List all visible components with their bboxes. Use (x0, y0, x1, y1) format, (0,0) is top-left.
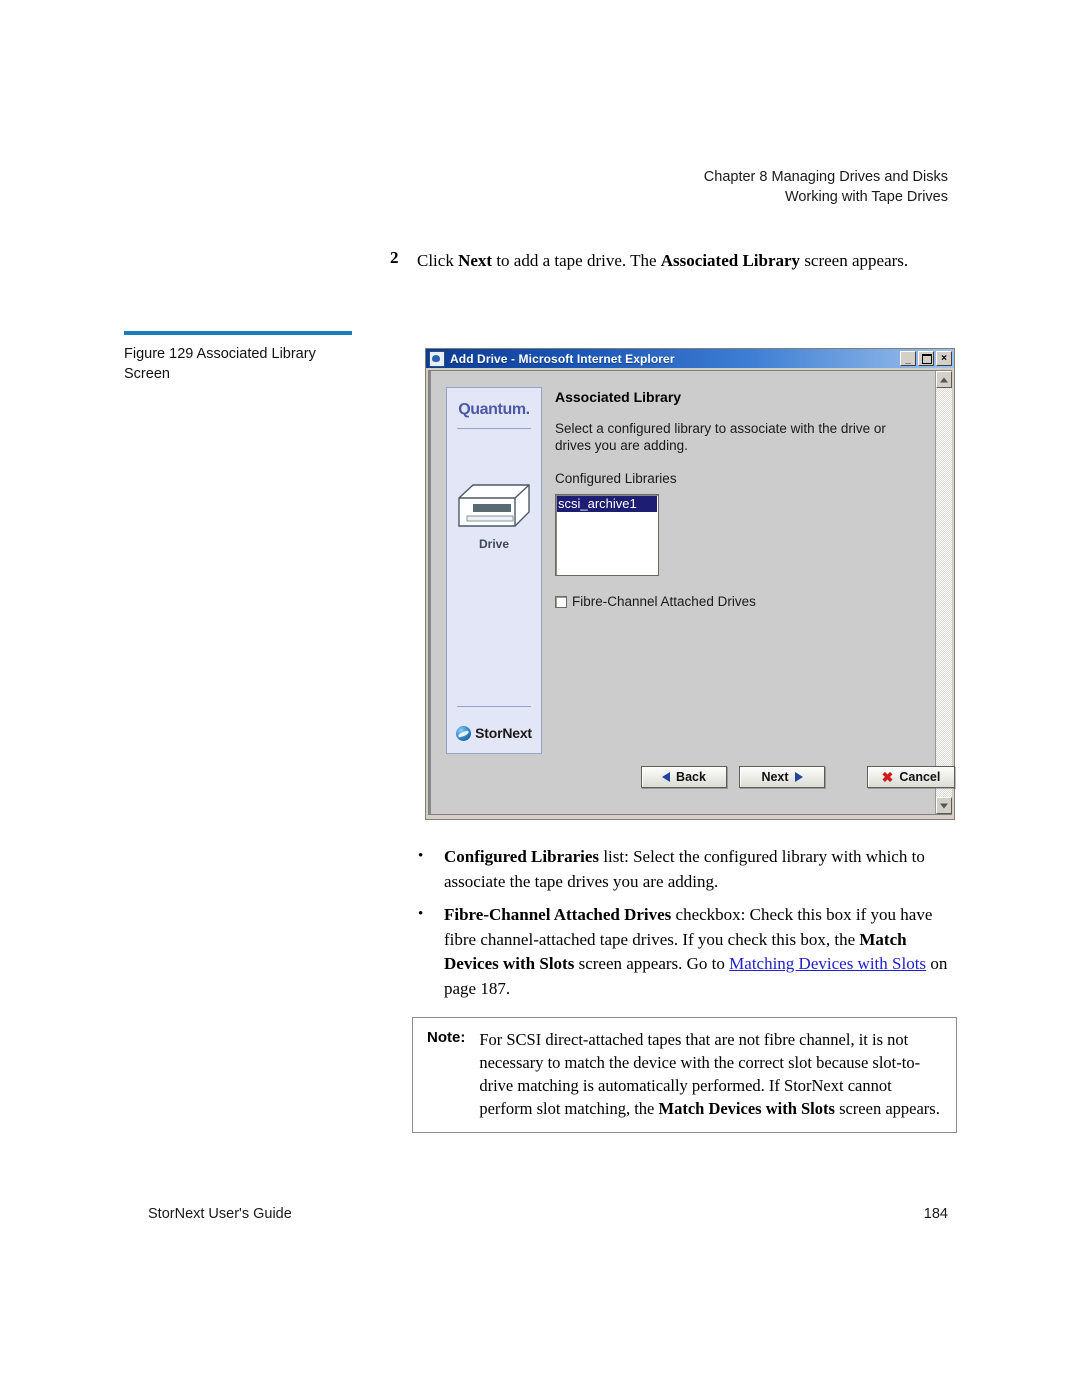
internet-explorer-icon (429, 350, 445, 367)
tape-drive-icon (457, 482, 531, 530)
scroll-down-icon[interactable] (936, 797, 952, 814)
side-panel-divider-top (457, 428, 531, 429)
list-item[interactable]: scsi_archive1 (557, 496, 657, 512)
fibre-channel-checkbox[interactable] (555, 595, 567, 608)
dialog-heading: Associated Library (555, 389, 682, 405)
cancel-button-label: Cancel (899, 770, 941, 784)
dialog-title-bar: Add Drive - Microsoft Internet Explorer … (426, 349, 954, 368)
stornext-logo: StorNext (447, 725, 541, 741)
step-text-part1: Click (417, 251, 459, 270)
note-bold: Match Devices with Slots (658, 1099, 835, 1118)
list-item: Fibre-Channel Attached Drives checkbox: … (412, 902, 960, 1001)
figure-caption-block: Figure 129 Associated Library Screen (124, 331, 352, 384)
figure-rule (124, 331, 352, 335)
back-button[interactable]: Back (641, 766, 727, 788)
configured-libraries-label: Configured Libraries (555, 471, 677, 486)
cancel-button[interactable]: ✖ Cancel (867, 766, 955, 788)
step-number: 2 (390, 248, 399, 267)
next-button-label: Next (761, 770, 789, 784)
bullet-2-bold: Fibre-Channel Attached Drives (444, 905, 672, 924)
dialog-button-row: Back Next ✖ Cancel (641, 766, 955, 788)
dialog-body: Quantum. Drive StorNext Associated Libra… (428, 370, 955, 815)
bullet-1-bold: Configured Libraries (444, 847, 600, 866)
numbered-step: 2 Click Next to add a tape drive. The As… (390, 248, 950, 273)
dialog-description: Select a configured library to associate… (555, 421, 886, 453)
maximize-button[interactable] (918, 351, 934, 366)
close-x-icon: ✖ (881, 769, 894, 785)
note-box: Note: For SCSI direct-attached tapes tha… (412, 1017, 957, 1133)
fibre-channel-checkbox-label: Fibre-Channel Attached Drives (572, 594, 756, 609)
running-header: Chapter 8 Managing Drives and Disks Work… (704, 168, 948, 207)
step-text-part2: to add a tape drive. The (492, 251, 661, 270)
next-button[interactable]: Next (739, 766, 825, 788)
page-footer: StorNext User's Guide 184 (148, 1206, 948, 1222)
bullet-2-rest-b: screen appears. Go to (574, 954, 730, 973)
close-button[interactable]: × (936, 351, 952, 366)
window-controls: _ × (900, 351, 952, 366)
list-item: Configured Libraries list: Select the co… (412, 844, 960, 894)
header-chapter-line: Chapter 8 Managing Drives and Disks (703, 169, 948, 185)
fibre-channel-checkbox-row[interactable]: Fibre-Channel Attached Drives (555, 594, 923, 609)
dialog-title: Add Drive - Microsoft Internet Explorer (450, 351, 675, 366)
note-body: For SCSI direct-attached tapes that are … (479, 1028, 944, 1120)
note-label: Note: (427, 1029, 466, 1046)
back-button-label: Back (676, 770, 706, 784)
scroll-up-icon[interactable] (936, 371, 952, 388)
stornext-logo-text: StorNext (475, 725, 532, 741)
bullet-list: Configured Libraries list: Select the co… (412, 844, 960, 1010)
side-panel-divider-bottom (457, 706, 531, 707)
configured-libraries-listbox[interactable]: scsi_archive1 (555, 494, 659, 576)
add-drive-dialog-window: Add Drive - Microsoft Internet Explorer … (425, 348, 955, 820)
footer-page-number: 184 (923, 1206, 948, 1222)
minimize-button[interactable]: _ (900, 351, 916, 366)
header-section-line: Working with Tape Drives (784, 188, 948, 205)
step-bold-next: Next (458, 251, 493, 270)
figure-caption-text: Figure 129 Associated Library Screen (124, 346, 316, 382)
tape-drive-label: Drive (478, 537, 510, 551)
step-text: Click Next to add a tape drive. The Asso… (417, 248, 950, 273)
step-text-part3: screen appears. (800, 251, 909, 270)
globe-icon (456, 725, 472, 741)
dialog-side-panel: Quantum. Drive StorNext (446, 387, 542, 754)
dialog-content: Associated Library Select a configured l… (555, 389, 923, 609)
note-text-b: screen appears. (834, 1099, 940, 1118)
dialog-client-area: Quantum. Drive StorNext Associated Libra… (429, 371, 955, 814)
arrow-right-icon (794, 772, 803, 782)
footer-guide-title: StorNext User's Guide (148, 1206, 292, 1222)
arrow-left-icon (662, 772, 671, 782)
vertical-scrollbar[interactable] (935, 371, 952, 814)
matching-devices-with-slots-link[interactable]: Matching Devices with Slots (729, 954, 926, 973)
quantum-logo: Quantum. (458, 401, 530, 418)
step-bold-associated-library: Associated Library (660, 251, 801, 270)
